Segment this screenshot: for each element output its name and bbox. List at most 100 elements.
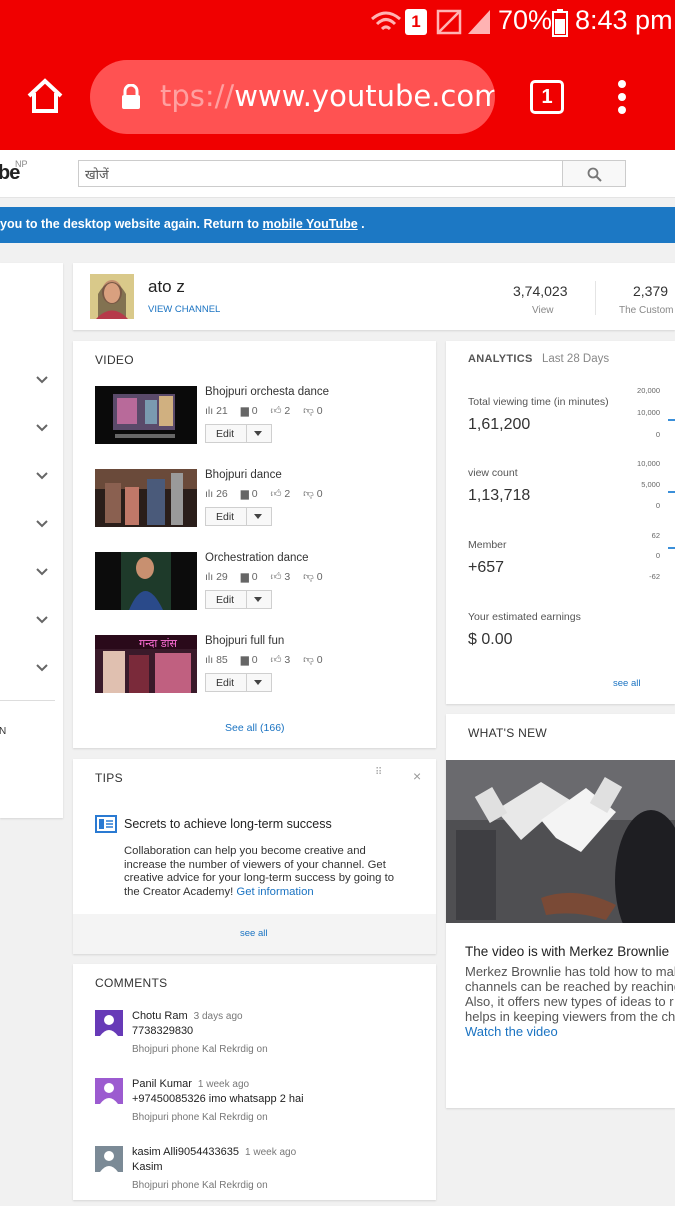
chevron-down-icon[interactable] bbox=[36, 374, 48, 386]
mobile-youtube-link[interactable]: mobile YouTube bbox=[263, 217, 358, 231]
url-scheme: tps:// bbox=[160, 79, 235, 113]
analytics-title: ANALYTICS bbox=[468, 353, 533, 365]
close-icon[interactable]: × bbox=[413, 768, 421, 784]
comment-author[interactable]: kasim Alli9054433635 bbox=[132, 1146, 239, 1158]
see-all-analytics-link[interactable]: see all bbox=[613, 678, 640, 689]
video-title[interactable]: Bhojpuri orchesta dance bbox=[205, 386, 329, 398]
comment-text: Kasim bbox=[132, 1161, 163, 1173]
dislike-icon: 👎︎ 0 bbox=[303, 654, 323, 666]
video-title[interactable]: Orchestration dance bbox=[205, 552, 309, 564]
video-dislikes: 0 bbox=[316, 654, 323, 666]
tips-footer: see all bbox=[73, 914, 436, 954]
home-icon[interactable] bbox=[26, 78, 64, 114]
drag-handle-icon[interactable]: ⠿ bbox=[375, 768, 389, 784]
browser-toolbar: tps://www.youtube.com 1 bbox=[0, 46, 675, 150]
academy-icon bbox=[95, 815, 117, 833]
search-input[interactable]: खोजें bbox=[78, 160, 563, 187]
edit-button[interactable]: Edit bbox=[205, 590, 272, 609]
video-card-title: VIDEO bbox=[95, 353, 134, 367]
video-stats: ılı 85 ▆ 0 👍︎ 3 👎︎ 0 bbox=[205, 653, 333, 666]
youtube-header: be NP खोजें bbox=[0, 150, 675, 198]
video-views: 21 bbox=[216, 405, 228, 417]
comment-time: 1 week ago bbox=[197, 1079, 250, 1090]
chevron-down-icon[interactable] bbox=[36, 422, 48, 434]
like-icon: 👍︎ 3 bbox=[270, 654, 291, 666]
chevron-down-icon[interactable] bbox=[36, 518, 48, 530]
search-placeholder: खोजें bbox=[85, 168, 109, 183]
comment-author[interactable]: Panil Kumar bbox=[132, 1078, 192, 1090]
comment-icon: ▆ 0 bbox=[240, 488, 258, 500]
subscribers-label: The Custom bbox=[619, 305, 674, 316]
video-title[interactable]: Bhojpuri dance bbox=[205, 469, 282, 481]
sparkline bbox=[668, 419, 675, 421]
comment-author[interactable]: Chotu Ram bbox=[132, 1010, 188, 1022]
axis-tick: -62 bbox=[649, 572, 660, 581]
thumbnail-caption: गन्दा डांस bbox=[139, 637, 177, 650]
video-thumbnail[interactable] bbox=[95, 552, 197, 610]
watch-video-link[interactable]: Watch the video bbox=[465, 1024, 675, 1039]
comment-video[interactable]: Bhojpuri phone Kal Rekrdig on bbox=[132, 1180, 268, 1191]
comment-icon: ▆ 0 bbox=[240, 654, 258, 666]
comment-video[interactable]: Bhojpuri phone Kal Rekrdig on bbox=[132, 1112, 268, 1123]
tips-body-line: creative advice for your long-term succe… bbox=[124, 872, 394, 884]
avatar[interactable] bbox=[95, 1146, 123, 1172]
avatar[interactable] bbox=[90, 274, 134, 319]
see-all-tips-link[interactable]: see all bbox=[240, 928, 267, 939]
sidebar-footer-label[interactable]: N bbox=[0, 726, 6, 737]
caret-down-icon[interactable] bbox=[254, 680, 262, 685]
banner-text: you to the desktop website again. Return… bbox=[0, 217, 263, 231]
search-icon bbox=[587, 167, 602, 182]
edit-button[interactable]: Edit bbox=[205, 673, 272, 692]
tabs-count: 1 bbox=[541, 86, 553, 108]
video-dislikes: 0 bbox=[316, 488, 323, 500]
caret-down-icon[interactable] bbox=[254, 597, 262, 602]
no-sim-icon bbox=[436, 9, 462, 35]
whats-new-image[interactable] bbox=[446, 760, 675, 923]
caret-down-icon[interactable] bbox=[254, 514, 262, 519]
video-likes: 2 bbox=[284, 405, 291, 417]
url-host: www.youtube.com bbox=[234, 79, 495, 113]
avatar[interactable] bbox=[95, 1010, 123, 1036]
like-icon: 👍︎ 2 bbox=[270, 488, 291, 500]
search-button[interactable] bbox=[562, 160, 626, 187]
edit-button[interactable]: Edit bbox=[205, 507, 272, 526]
video-thumbnail[interactable] bbox=[95, 469, 197, 527]
video-views: 85 bbox=[216, 654, 228, 666]
status-bar: 1 70% 8:43 pm bbox=[0, 0, 675, 46]
comment-video[interactable]: Bhojpuri phone Kal Rekrdig on bbox=[132, 1044, 268, 1055]
views-icon: ılı 26 bbox=[205, 488, 228, 500]
views-icon: ılı 29 bbox=[205, 571, 228, 583]
chevron-down-icon[interactable] bbox=[36, 566, 48, 578]
video-title[interactable]: Bhojpuri full fun bbox=[205, 635, 284, 647]
whats-new-headline[interactable]: The video is with Merkez Brownlie bbox=[465, 944, 669, 959]
address-bar[interactable]: tps://www.youtube.com bbox=[90, 60, 495, 134]
tips-heading: Secrets to achieve long-term success bbox=[124, 817, 332, 831]
channel-name[interactable]: ato z bbox=[148, 277, 185, 297]
caret-down-icon[interactable] bbox=[254, 431, 262, 436]
whats-new-title: WHAT'S NEW bbox=[468, 726, 548, 740]
views-label: View bbox=[532, 305, 554, 316]
views-icon: ılı 85 bbox=[205, 654, 228, 666]
tabs-button[interactable]: 1 bbox=[530, 80, 564, 114]
comment-time: 3 days ago bbox=[193, 1011, 243, 1022]
sidebar-divider bbox=[0, 700, 55, 701]
edit-button[interactable]: Edit bbox=[205, 424, 272, 443]
see-all-videos-link[interactable]: See all (166) bbox=[225, 722, 285, 734]
whats-new-card: WHAT'S NEW The video is with Merkez Brow… bbox=[446, 714, 675, 1108]
more-menu-icon[interactable] bbox=[614, 80, 630, 116]
banner-tail: . bbox=[357, 217, 365, 231]
comment-icon: ▆ 0 bbox=[240, 405, 258, 417]
subscribers-value: 2,379 bbox=[633, 283, 669, 299]
get-information-link[interactable]: Get information bbox=[236, 886, 313, 898]
chevron-down-icon[interactable] bbox=[36, 470, 48, 482]
video-thumbnail[interactable] bbox=[95, 386, 197, 444]
axis-tick: 5,000 bbox=[641, 480, 660, 489]
chevron-down-icon[interactable] bbox=[36, 662, 48, 674]
like-icon: 👍︎ 2 bbox=[270, 405, 291, 417]
video-row: Bhojpuri orchesta dance ılı 21 ▆ 0 👍︎ 2 … bbox=[95, 386, 435, 450]
chevron-down-icon[interactable] bbox=[36, 614, 48, 626]
view-channel-link[interactable]: VIEW CHANNEL bbox=[148, 304, 220, 315]
avatar[interactable] bbox=[95, 1078, 123, 1104]
whats-new-body: Merkez Brownlie has told how to mak chan… bbox=[465, 964, 675, 1039]
video-thumbnail[interactable]: गन्दा डांस bbox=[95, 635, 197, 693]
